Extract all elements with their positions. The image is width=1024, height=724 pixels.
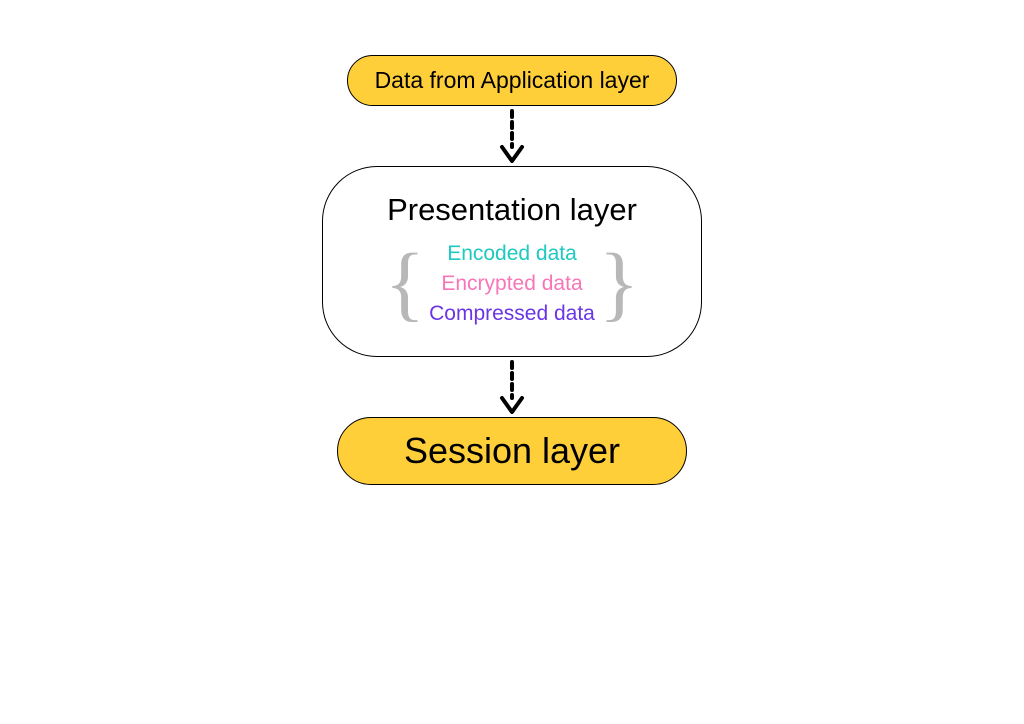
left-brace-icon: { — [385, 248, 425, 319]
arrow-down-icon — [497, 360, 527, 414]
arrow-down-2 — [497, 357, 527, 417]
application-layer-label: Data from Application layer — [375, 67, 650, 93]
presentation-items: Encoded data Encrypted data Compressed d… — [429, 242, 595, 326]
session-layer-label: Session layer — [404, 430, 620, 471]
compressed-data-item: Compressed data — [429, 302, 595, 326]
encoded-data-item: Encoded data — [429, 242, 595, 266]
arrow-down-icon — [497, 109, 527, 163]
brace-content: { Encoded data Encrypted data Compressed… — [343, 242, 681, 326]
right-brace-icon: } — [599, 248, 639, 319]
session-layer-box: Session layer — [337, 417, 687, 485]
application-layer-box: Data from Application layer — [347, 55, 677, 106]
presentation-layer-title: Presentation layer — [343, 192, 681, 228]
encrypted-data-item: Encrypted data — [429, 272, 595, 296]
presentation-layer-box: Presentation layer { Encoded data Encryp… — [322, 166, 702, 357]
arrow-down-1 — [497, 106, 527, 166]
